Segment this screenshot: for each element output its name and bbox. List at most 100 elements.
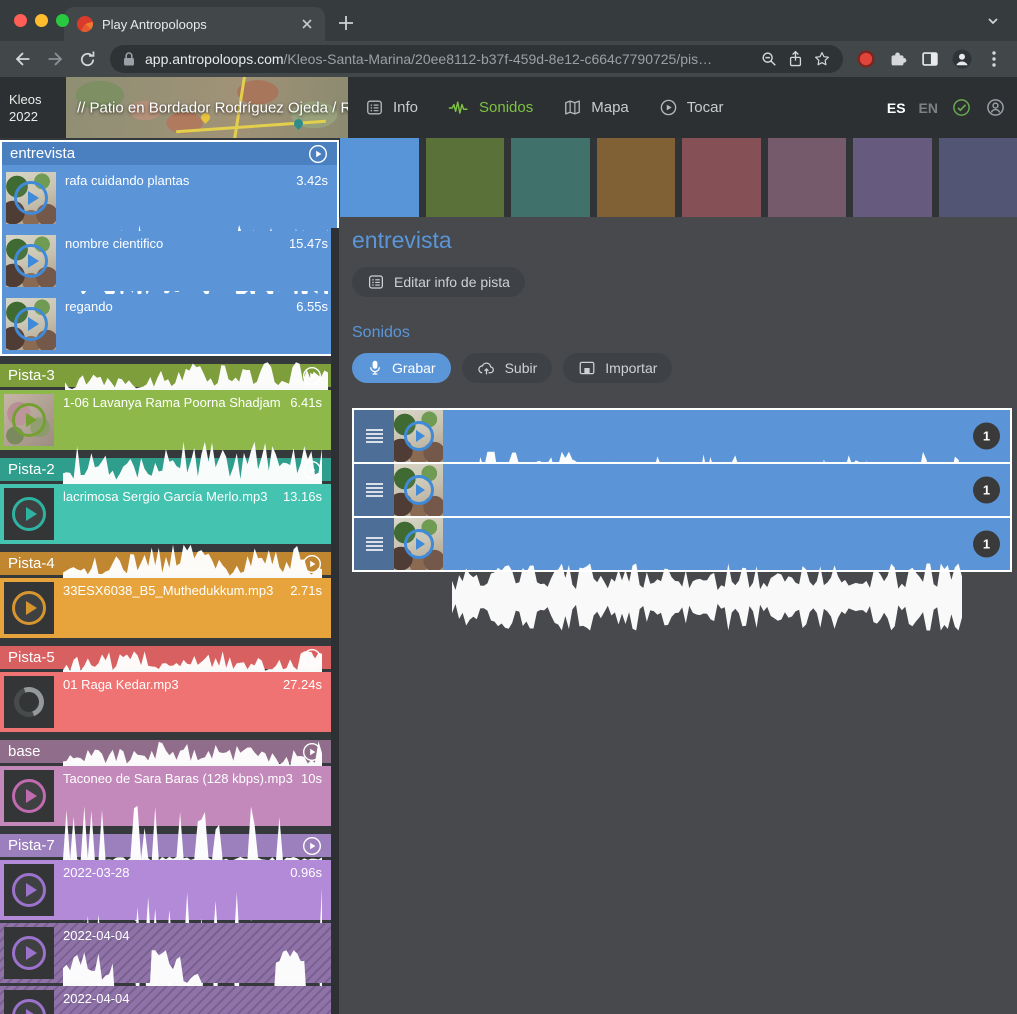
track-swatch-pista-5[interactable] [682,138,761,217]
record-button[interactable]: Grabar [352,353,451,383]
sound-row[interactable]: 1-06 Lavanya Rama Poorna Shadjam Rupak..… [0,390,331,450]
play-sound-icon[interactable] [404,475,434,505]
address-bar[interactable]: app.antropoloops.com/Kleos-Santa-Marina/… [110,45,843,73]
sound-duration: 3.42s [296,173,328,189]
play-triangle [26,1009,37,1014]
close-window-button[interactable] [14,14,27,27]
sound-thumbnail[interactable] [4,488,54,540]
tab-title: Play Antropoloops [102,17,290,32]
menu-dots-icon[interactable] [979,45,1009,73]
edit-track-info-button[interactable]: Editar info de pista [352,267,525,297]
back-button[interactable] [8,45,38,73]
play-sound-icon[interactable] [404,421,434,451]
track-swatch-pista-3[interactable] [426,138,505,217]
track-swatch-entrevista[interactable] [340,138,419,217]
sound-row[interactable]: lacrimosa Sergio García Merlo.mp313.16s [0,484,331,544]
track-swatch-pista-2[interactable] [511,138,590,217]
drag-handle[interactable] [354,410,394,462]
play-sound-icon[interactable] [12,999,46,1014]
sound-row[interactable]: regando6.55s [2,294,337,354]
url-path: /Kleos-Santa-Marina/20ee8112-b37f-459d-8… [284,51,713,67]
play-track-icon[interactable] [308,144,328,164]
sound-thumbnail[interactable] [6,298,56,350]
sound-row[interactable]: Taconeo de Sara Baras (128 kbps).mp310s [0,766,331,826]
sound-thumbnail[interactable] [4,582,54,634]
sound-row[interactable]: 2022-04-04 [0,986,331,1014]
sound-row[interactable]: rafa cuidando plantas 1 [352,408,1012,464]
track-swatch-pista-4[interactable] [597,138,676,217]
upload-button[interactable]: Subir [462,353,553,383]
track-swatch-base[interactable] [768,138,847,217]
close-tab-icon[interactable] [299,16,315,32]
profile-avatar[interactable] [947,45,977,73]
side-panel-icon[interactable] [915,45,945,73]
sound-row[interactable]: 2022-04-04 [0,923,331,983]
sound-thumbnail[interactable] [6,172,56,224]
sound-thumbnail[interactable] [4,676,54,728]
sound-thumbnail[interactable] [6,235,56,287]
import-button[interactable]: Importar [563,353,672,383]
play-sound-icon[interactable] [404,529,434,559]
map-thumbnail[interactable]: // Patio en Bordador Rodríguez Ojeda / R… [66,77,348,138]
tab-sonidos[interactable]: Sonidos [448,99,533,117]
track-section-entrevista: entrevista rafa cuidando plantas3.42s no… [0,140,339,356]
account-icon[interactable] [985,97,1006,118]
zoom-indicator-icon[interactable] [760,50,778,68]
minimize-window-button[interactable] [35,14,48,27]
reload-button[interactable] [72,45,102,73]
play-sound-icon[interactable] [14,244,48,278]
tab-tocar[interactable]: Tocar [659,98,724,117]
sound-row[interactable]: 01 Raga Kedar.mp327.24s [0,672,331,732]
loading-spinner [9,682,49,722]
lang-es-button[interactable]: ES [887,100,906,116]
track-header[interactable]: entrevista [2,142,337,165]
drag-handle[interactable] [354,464,394,516]
lang-en-button[interactable]: EN [919,100,938,116]
record-extension-icon[interactable] [851,45,881,73]
import-label: Importar [605,360,657,376]
sync-check-icon[interactable] [951,97,972,118]
sound-thumbnail[interactable] [394,464,443,516]
play-sound-icon[interactable] [12,497,46,531]
sound-row[interactable]: nombre cientifico15.47s [2,231,337,291]
play-sound-icon[interactable] [14,181,48,215]
forward-button[interactable] [40,45,70,73]
track-sounds-list: rafa cuidando plantas 1 nombre cientific… [352,408,1012,572]
sound-row[interactable]: 2022-03-280.96s [0,860,331,920]
sound-thumbnail[interactable] [4,927,54,979]
track-swatch-pista-7[interactable] [939,138,1017,217]
drag-handle[interactable] [354,518,394,570]
sound-thumbnail[interactable] [4,770,54,822]
sound-thumbnail[interactable] [4,990,54,1014]
sound-row[interactable]: 33ESX6038_B5_Muthedukkum.mp32.71s [0,578,331,638]
new-tab-button[interactable] [335,12,357,34]
sound-row[interactable]: rafa cuidando plantas3.42s [2,168,337,228]
play-sound-icon[interactable] [12,403,46,437]
sound-thumbnail[interactable] [4,864,54,916]
sound-duration: 10s [301,771,322,787]
play-sound-icon[interactable] [12,873,46,907]
track-swatch-pista-6[interactable] [853,138,932,217]
play-sound-icon[interactable] [14,307,48,341]
sound-thumbnail[interactable] [4,394,54,446]
sound-row[interactable]: regando 1 [352,516,1012,572]
bookmark-star-icon[interactable] [813,50,831,68]
edit-list-icon [367,273,385,291]
sound-thumbnail[interactable] [394,410,443,462]
tab-mapa[interactable]: Mapa [563,98,629,117]
sound-thumbnail[interactable] [394,518,443,570]
tab-search-chevron-icon[interactable] [985,13,1001,29]
share-icon[interactable] [787,50,804,68]
extensions-puzzle-icon[interactable] [883,45,913,73]
sound-name: lacrimosa Sergio García Merlo.mp3 [63,489,267,505]
play-sound-icon[interactable] [12,936,46,970]
sound-row[interactable]: nombre cientifico 1 [352,462,1012,518]
tab-info[interactable]: Info [365,98,418,117]
play-triangle [28,191,39,205]
play-sound-icon[interactable] [12,591,46,625]
sidebar-scrollbar[interactable] [331,228,339,1014]
maximize-window-button[interactable] [56,14,69,27]
track-name: entrevista [10,145,75,162]
browser-tab[interactable]: Play Antropoloops [64,7,325,41]
play-sound-icon[interactable] [12,779,46,813]
